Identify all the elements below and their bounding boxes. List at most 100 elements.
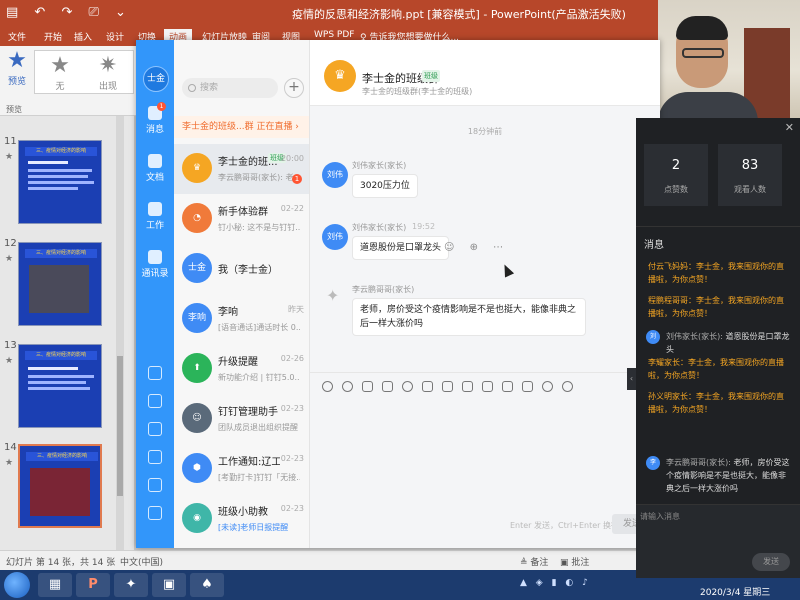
thumbnail-line	[28, 375, 94, 378]
call-icon[interactable]	[148, 450, 162, 464]
thumbnail-heading: 三、疫情对经济的影响	[26, 452, 98, 461]
preview-button[interactable]: ★ 预览	[4, 48, 30, 87]
group-avatar: ♛	[182, 153, 212, 183]
like-notification: 李耀家长：李士金，我来围观你的直播啦，为你点赞！	[648, 358, 784, 380]
nav-docs[interactable]: 文档	[136, 154, 174, 183]
ding-icon[interactable]	[148, 422, 162, 436]
user-avatar: 李响	[182, 303, 212, 333]
slide-thumbnail-selected[interactable]: 三、疫情对经济的影响	[18, 444, 102, 528]
folder-icon[interactable]	[422, 381, 433, 392]
conversation-list: 搜索 + 李士金的班级...群 正在直播 › ♛ 李士金的班... 班级 20:…	[174, 40, 310, 548]
list-item[interactable]: ⬆ 升级提醒 02-26 新功能介绍 | 钉钉5.0...	[174, 344, 309, 394]
message-bubble[interactable]: 3020压力位	[352, 174, 418, 198]
slide-thumbnail[interactable]: 三、疫情对经济的影响	[18, 140, 102, 224]
animation-none[interactable]: ★ 无	[45, 53, 75, 92]
conversation-name: 升级提醒	[218, 357, 258, 368]
phone-icon[interactable]	[148, 366, 162, 380]
at-icon[interactable]	[402, 381, 413, 392]
quick-access-toolbar[interactable]: ▤ ↶ ↷ ⎚ ⌄	[6, 5, 132, 20]
likes-card: 2 点赞数	[644, 144, 708, 206]
checklist-icon[interactable]	[148, 394, 162, 408]
likes-count: 2	[671, 158, 681, 173]
search-input[interactable]: 搜索	[182, 78, 278, 98]
thumbnail-image	[29, 265, 89, 313]
taskbar-calendar-icon[interactable]: ▣	[152, 573, 186, 597]
slide-thumbnail-pane: 11 ★ 三、疫情对经济的影响 12 ★ 三、疫情对经济的影响 13 ★ 三、疫…	[0, 116, 134, 550]
list-item[interactable]: 李响 李响 昨天 [语音通话]通话时长 0...	[174, 294, 309, 344]
thumbnail-heading: 三、疫情对经济的影响	[25, 351, 97, 360]
close-icon[interactable]: ✕	[785, 121, 794, 134]
thumbnail-scrollbar[interactable]	[116, 116, 124, 550]
taskbar-powerpoint-icon[interactable]: P	[76, 573, 110, 597]
tab-home[interactable]: 开始	[44, 30, 62, 43]
video-icon[interactable]	[542, 381, 553, 392]
slide-number: 11	[4, 136, 17, 147]
group-avatar: ◔	[182, 203, 212, 233]
taskbar-dingtalk-icon[interactable]: ✦	[114, 573, 148, 597]
scrollbar-thumb[interactable]	[117, 356, 123, 496]
phone-icon[interactable]	[502, 381, 513, 392]
user-avatar[interactable]: 士金	[143, 66, 169, 92]
work-notice-icon: ⬢	[182, 453, 212, 483]
mail-icon[interactable]	[148, 478, 162, 492]
conversation-name: 班级小助教	[218, 507, 268, 518]
list-item[interactable]: 士金 我（李士金）	[174, 244, 309, 294]
unread-badge: 1	[292, 174, 302, 184]
list-item[interactable]: ◉ 班级小助教 02-23 [未读]老师日报提醒	[174, 494, 309, 544]
nav-contacts[interactable]: 通讯录	[136, 250, 174, 279]
comments-button[interactable]: ▣ 批注	[560, 555, 589, 568]
conversation-preview: 团队成员退出组织提醒	[218, 423, 298, 432]
task-icon[interactable]	[462, 381, 473, 392]
system-tray[interactable]: ▲ ◈ ▮ ◐ ♪	[520, 578, 591, 588]
scissors-icon[interactable]	[382, 381, 393, 392]
emoji-icon[interactable]	[342, 381, 353, 392]
clock[interactable]: 2020/3/4 星期三	[700, 585, 770, 598]
ding-icon[interactable]	[482, 381, 493, 392]
message-bubble[interactable]: 老师，房价受这个疫情影响是不是也挺大，能像非典之后一样大涨价吗	[352, 298, 586, 336]
viewers-label: 观看人数	[734, 185, 766, 194]
conversation-time: 02-26	[280, 354, 304, 363]
slide-thumbnail[interactable]: 三、疫情对经济的影响	[18, 242, 102, 326]
settings-icon[interactable]	[148, 506, 162, 520]
list-item[interactable]: ◔ 新手体验群 02-22 钉小秘: 这不是与钉钉...	[174, 194, 309, 244]
tab-wps-pdf[interactable]: WPS PDF	[314, 30, 354, 40]
more-icon[interactable]	[562, 381, 573, 392]
list-item[interactable]: ⬢ 工作通知:辽工大 02-23 [考勤打卡]钉钉「无接...	[174, 444, 309, 494]
lightbulb-avatar-icon: ✦	[326, 286, 340, 305]
tab-insert[interactable]: 插入	[74, 30, 92, 43]
start-button[interactable]	[4, 572, 30, 598]
list-item[interactable]: ☺ 钉钉管理助手 02-23 团队成员退出组织提醒	[174, 394, 309, 444]
animation-appear[interactable]: ✷ 出现	[93, 53, 123, 92]
gif-icon[interactable]	[322, 381, 333, 392]
taskbar-cards-icon[interactable]: ♠	[190, 573, 224, 597]
live-banner[interactable]: 李士金的班级...群 正在直播 ›	[174, 116, 309, 138]
viewers-count: 83	[741, 158, 759, 173]
sender-avatar[interactable]: 刘伟	[322, 224, 348, 250]
collapse-panel-button[interactable]: ‹	[627, 368, 636, 390]
conversation-preview: [考勤打卡]钉钉「无接...	[218, 473, 300, 482]
list-item[interactable]: ♛ 李士金的班... 班级 20:00 李云鹏哥哥(家长): 老... 1	[174, 144, 309, 194]
conversation-preview: [语音通话]通话时长 0...	[218, 323, 300, 332]
live-message-input[interactable]: 请输入消息 发送	[636, 504, 800, 578]
sender-avatar: 李	[646, 456, 660, 470]
live-icon[interactable]	[522, 381, 533, 392]
group-logo-icon: ♛	[324, 60, 356, 92]
nav-work[interactable]: 工作	[136, 202, 174, 231]
like-notification: 程鹏程哥哥：李士金，我来围观你的直播啦，为你点赞！	[648, 296, 784, 318]
tab-file[interactable]: 文件	[8, 30, 26, 43]
notes-button[interactable]: ≜ 备注	[520, 555, 548, 568]
sender-name: 刘伟家长(家长)	[352, 223, 407, 232]
slide-thumbnail[interactable]: 三、疫情对经济的影响	[18, 344, 102, 428]
message-actions[interactable]: ☺ ⊕ ⋯	[444, 242, 509, 253]
tab-design[interactable]: 设计	[106, 30, 124, 43]
message-input[interactable]: Enter 发送，Ctrl+Enter 换行 发送	[310, 400, 660, 548]
language-indicator[interactable]: 中文(中国)	[120, 555, 163, 568]
message-bubble[interactable]: 道恩股份是口罩龙头	[352, 236, 450, 260]
send-button[interactable]: 发送	[752, 553, 790, 571]
thumbs-up-icon[interactable]	[362, 381, 373, 392]
nav-messages[interactable]: 1 消息	[136, 102, 174, 135]
sender-avatar[interactable]: 刘伟	[322, 162, 348, 188]
add-button[interactable]: +	[284, 78, 304, 98]
calendar-icon[interactable]	[442, 381, 453, 392]
taskbar-explorer-icon[interactable]: ▦	[38, 573, 72, 597]
